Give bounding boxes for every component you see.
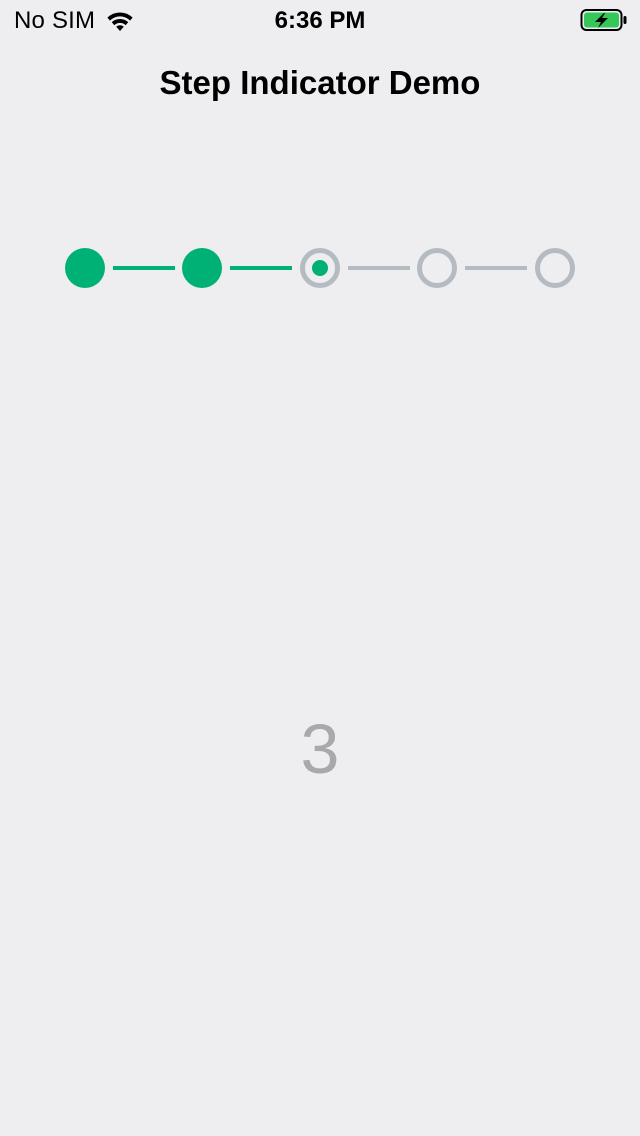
step-4-unfinished[interactable]	[417, 248, 457, 288]
step-5-unfinished[interactable]	[535, 248, 575, 288]
battery-charging-icon	[580, 9, 627, 31]
current-step-number: 3	[300, 710, 340, 788]
step-3-current[interactable]	[300, 248, 340, 288]
screen: No SIM 6:36 PM Step Indicator Demo 3	[0, 0, 640, 1136]
step-1-finished[interactable]	[65, 248, 105, 288]
status-time: 6:36 PM	[274, 7, 366, 34]
step-indicator[interactable]	[0, 240, 640, 300]
status-bar: No SIM 6:36 PM	[0, 0, 640, 40]
step-2-finished[interactable]	[182, 248, 222, 288]
page-title: Step Indicator Demo	[159, 64, 481, 101]
